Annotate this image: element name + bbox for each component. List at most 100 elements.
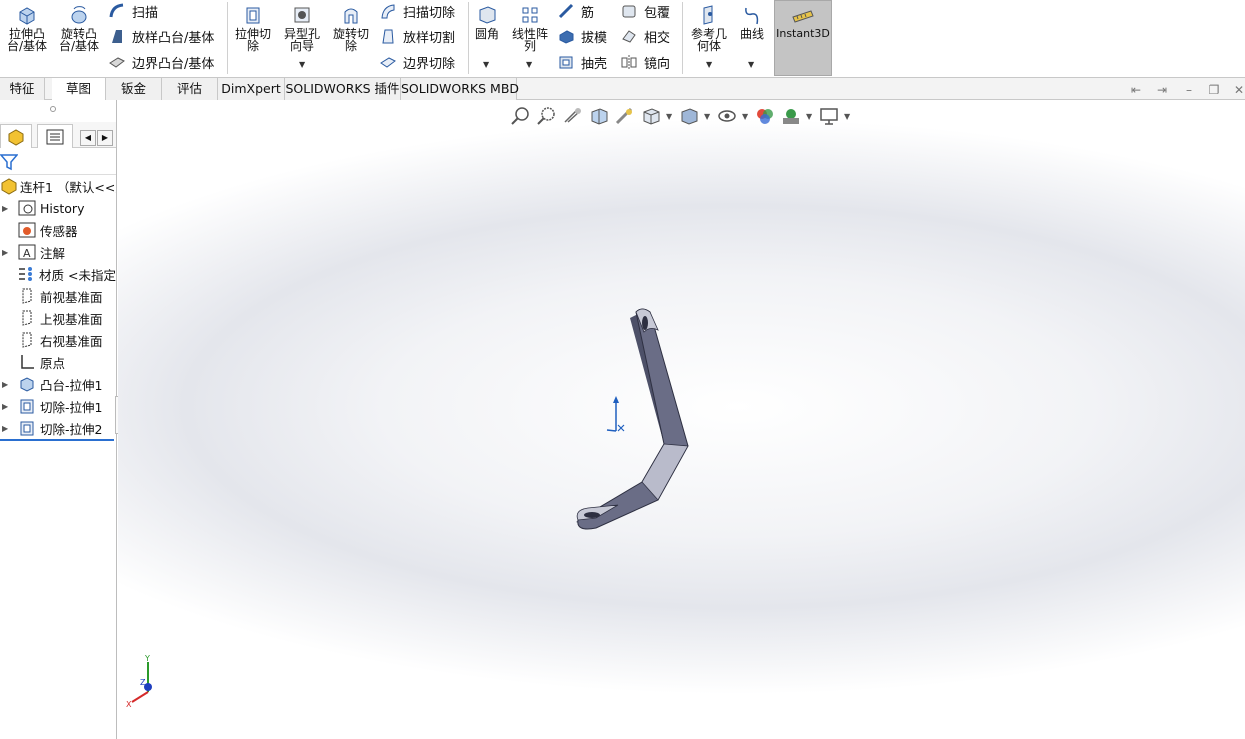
restore-icon[interactable]: ❐ [1207,83,1221,97]
hole-wizard-dropdown[interactable]: ▼ [299,60,305,69]
panel-splitter-handle[interactable] [50,106,56,112]
tab-dimxpert[interactable]: DimXpert [218,78,285,100]
tree-item-right-plane[interactable]: 右视基准面 [0,330,116,350]
tab-solidworks-addins[interactable]: SOLIDWORKS 插件 [285,78,401,100]
expand-arrow-icon[interactable]: ▶ [2,248,12,257]
shell-button[interactable]: 抽壳 [557,52,607,72]
graphics-area[interactable]: ▼ ▼ ▼ ▼ ▼ Y Z X [118,100,1245,739]
reference-geometry-button[interactable]: 参考几 何体 [686,4,732,52]
rib-button[interactable]: 筋 [557,1,594,21]
tree-item-history[interactable]: ▶ History [0,198,116,218]
filter-icon[interactable] [0,153,18,171]
chevron-down-icon[interactable]: ▼ [806,112,814,121]
view-orientation-icon[interactable] [640,106,662,126]
chevron-down-icon[interactable]: ▼ [666,112,674,121]
section-view-icon[interactable] [588,106,610,126]
tree-item-origin[interactable]: 原点 [0,352,116,372]
loft-boss-button[interactable]: 放样凸台/基体 [108,26,214,46]
tab-evaluate[interactable]: 评估 [162,78,218,100]
tree-item-material[interactable]: 材质 <未指定 [0,264,116,284]
edit-appearance-icon[interactable] [754,106,776,126]
reference-geometry-label: 参考几 何体 [690,27,727,53]
expand-arrow-icon[interactable]: ▶ [2,380,12,389]
draft-button[interactable]: 拔模 [557,26,607,46]
expand-arrow-icon[interactable]: ▶ [2,204,12,213]
tree-item-annotations[interactable]: ▶ A 注解 [0,242,116,262]
tree-item-top-plane[interactable]: 上视基准面 [0,308,116,328]
apply-scene-icon[interactable] [780,106,802,126]
tree-item-cut-extrude2[interactable]: ▶ 切除-拉伸2 [0,418,116,438]
feature-manager-panel: ◀ ▶ 连杆1 （默认<<默 ▶ History 传感器 ▶ A 注解 材质 <… [0,100,123,739]
close-icon[interactable]: ✕ [1232,83,1245,97]
zoom-to-fit-icon[interactable] [510,106,532,126]
rollback-bar[interactable] [0,439,114,441]
sweep-icon [109,3,124,18]
boundary-boss-label: 边界凸台/基体 [132,56,215,72]
extrude-boss-button[interactable]: 拉伸凸 台/基体 [4,4,50,52]
boundary-cut-button[interactable]: 边界切除 [379,52,455,72]
dynamic-annotation-icon[interactable] [614,106,636,126]
lofted-cut-button[interactable]: 放样切割 [379,26,455,46]
model-hole-bottom [584,512,600,518]
expand-arrow-icon[interactable]: ▶ [2,402,12,411]
hide-show-items-icon[interactable] [716,106,738,126]
plane-icon [22,288,32,304]
expand-arrow-icon[interactable]: ▶ [2,424,12,433]
display-style-icon[interactable] [678,106,700,126]
boundary-boss-button[interactable]: 边界凸台/基体 [108,52,214,72]
swept-cut-button[interactable]: 扫描切除 [379,1,455,21]
tab-solidworks-mbd[interactable]: SOLIDWORKS MBD [401,78,519,100]
feature-manager-tab[interactable] [0,124,32,148]
tree-item-front-plane[interactable]: 前视基准面 [0,286,116,306]
minimize-icon[interactable]: – [1182,83,1196,97]
linear-pattern-dropdown[interactable]: ▼ [526,60,532,69]
tab-sketch[interactable]: 草图 [52,78,106,100]
heads-up-view-toolbar: ▼ ▼ ▼ ▼ ▼ [510,106,852,126]
tree-item-label: 凸台-拉伸1 [40,377,103,393]
mirror-button[interactable]: 镜向 [620,52,670,72]
property-manager-tab[interactable] [37,124,73,148]
connecting-rod-model[interactable] [558,300,708,545]
chevron-down-icon[interactable]: ▼ [704,112,712,121]
triad-y-label: Y [145,654,150,663]
chevron-down-icon[interactable]: ▼ [844,112,852,121]
fillet-dropdown[interactable]: ▼ [483,60,489,69]
sweep-button[interactable]: 扫描 [108,1,158,21]
curves-dropdown[interactable]: ▼ [748,60,754,69]
view-settings-icon[interactable] [818,106,840,126]
tree-item-label: 切除-拉伸1 [40,399,103,415]
reference-geometry-dropdown[interactable]: ▼ [706,60,712,69]
tree-item-sensors[interactable]: 传感器 [0,220,116,240]
tree-root-label: 连杆1 （默认<<默 [20,179,116,195]
curves-button[interactable]: 曲线 [736,4,768,40]
tree-divider [0,174,116,175]
linear-pattern-button[interactable]: 线性阵 列 [508,4,552,52]
tree-item-cut-extrude1[interactable]: ▶ 切除-拉伸1 [0,396,116,416]
fillet-button[interactable]: 圆角 [471,4,503,40]
extrude-cut-button[interactable]: 拉伸切 除 [231,4,275,52]
cut-extrude-icon [20,399,34,414]
revolve-boss-button[interactable]: 旋转凸 台/基体 [56,4,102,52]
tile-left-icon[interactable]: ⇤ [1129,83,1143,97]
tree-item-label: 前视基准面 [40,289,103,305]
panel-scroll-left-icon[interactable]: ◀ [80,130,96,146]
history-folder-icon [18,200,36,216]
tab-features[interactable]: 特征 [0,78,45,100]
panel-scroll-right-icon[interactable]: ▶ [97,130,113,146]
revolve-cut-button[interactable]: 旋转切 除 [329,4,373,52]
model-body [577,308,689,530]
hole-wizard-button[interactable]: 异型孔 向导 [280,4,324,52]
svg-text:A: A [23,247,31,260]
wrap-button[interactable]: 包覆 [620,1,670,21]
intersect-button[interactable]: 相交 [620,26,670,46]
tab-sheet-metal[interactable]: 钣金 [106,78,162,100]
zoom-to-area-icon[interactable] [536,106,558,126]
fillet-label: 圆角 [474,27,499,41]
tree-root-part[interactable]: 连杆1 （默认<<默 [0,176,116,196]
instant3d-button[interactable]: Instant3D [774,0,832,76]
ribbon-separator [682,2,683,74]
chevron-down-icon[interactable]: ▼ [742,112,750,121]
tile-right-icon[interactable]: ⇥ [1155,83,1169,97]
previous-view-icon[interactable] [562,106,584,126]
tree-item-boss-extrude1[interactable]: ▶ 凸台-拉伸1 [0,374,116,394]
